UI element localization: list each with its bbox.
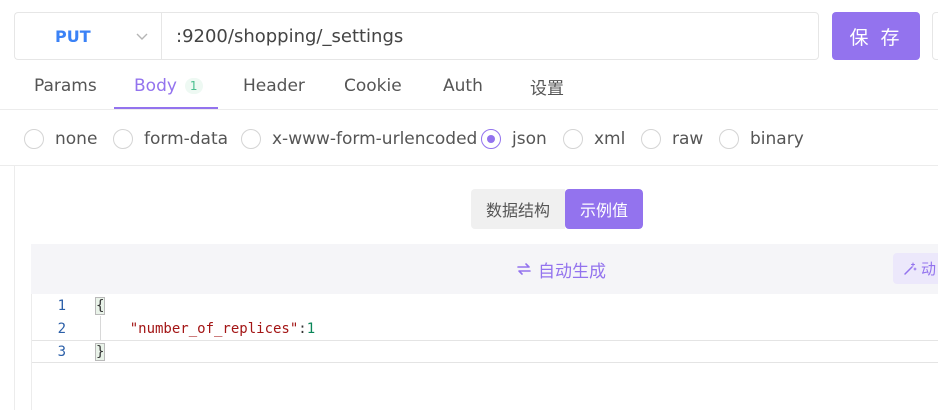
code-line: 2 "number_of_replices":1 (32, 317, 938, 340)
tab-label: Header (243, 76, 305, 96)
body-type-radio-group: none form-data x-www-form-urlencoded jso… (0, 112, 938, 166)
close-brace: } (94, 342, 106, 361)
radio-none[interactable]: none (24, 112, 97, 166)
method-label: PUT (55, 26, 91, 46)
radio-label: form-data (144, 129, 229, 149)
tab-params[interactable]: Params (34, 62, 97, 110)
more-button[interactable] (932, 12, 938, 60)
tab-body[interactable]: Body 1 (134, 62, 203, 110)
api-request-editor: PUT :9200/shopping/_settings 保 存 Params … (0, 0, 938, 410)
save-button[interactable]: 保 存 (832, 12, 920, 60)
radio-binary[interactable]: binary (719, 112, 804, 166)
tab-label: Params (34, 76, 97, 96)
line-number: 3 (57, 343, 66, 360)
tab-label: 设置 (530, 78, 564, 99)
code-text: } (94, 342, 106, 361)
url-text: :9200/shopping/_settings (176, 25, 404, 47)
radio-x-www-form-urlencoded[interactable]: x-www-form-urlencoded (241, 112, 477, 166)
url-input[interactable]: :9200/shopping/_settings (161, 12, 819, 60)
request-tabs: Params Body 1 Header Cookie Auth 设置 (0, 62, 938, 110)
method-select[interactable]: PUT (14, 12, 162, 60)
radio-circle-icon (24, 129, 44, 149)
auto-generate-label: 自动生成 (538, 261, 606, 282)
json-key: "number_of_replices" (129, 320, 299, 337)
radio-circle-icon (563, 129, 583, 149)
tab-cookie[interactable]: Cookie (344, 62, 402, 110)
radio-xml[interactable]: xml (563, 112, 625, 166)
code-line-current: 3 } (32, 340, 938, 363)
radio-label: raw (672, 129, 704, 149)
active-tab-indicator (114, 107, 218, 109)
radio-json[interactable]: json (481, 112, 547, 166)
tab-label: Body (134, 76, 177, 96)
tab-header[interactable]: Header (243, 62, 305, 110)
tab-label: Auth (443, 76, 483, 96)
view-toggle: 数据结构 示例值 (471, 189, 644, 229)
dynamic-value-button[interactable]: 动 (893, 253, 938, 284)
code-text: "number_of_replices":1 (96, 321, 315, 337)
json-separator: : (298, 320, 307, 337)
tab-count-badge: 1 (184, 78, 203, 94)
tab-auth[interactable]: Auth (443, 62, 483, 110)
chevron-down-icon (136, 33, 148, 40)
radio-checked-icon (481, 129, 501, 149)
code-text: { (94, 296, 106, 315)
line-number: 2 (57, 320, 66, 337)
json-value: 1 (306, 320, 316, 337)
schema-toggle-button[interactable]: 数据结构 (471, 189, 566, 229)
radio-label: x-www-form-urlencoded (272, 129, 478, 149)
editor-toolbar: 自动生成 动 (31, 244, 938, 294)
magic-wand-icon (904, 261, 917, 275)
body-content-panel: 数据结构 示例值 自动生成 动 1 {2 "number_of_replice… (14, 166, 938, 410)
auto-generate-button[interactable]: 自动生成 (515, 244, 606, 294)
code-line: 1 { (32, 294, 938, 317)
code-editor[interactable]: 1 { 2 "number_of_replices":1 3 } (31, 294, 938, 410)
radio-label: json (512, 129, 547, 149)
radio-raw[interactable]: raw (641, 112, 703, 166)
refresh-icon (517, 263, 531, 275)
tab-settings[interactable]: 设置 (530, 62, 564, 110)
radio-circle-icon (719, 129, 739, 149)
line-number: 1 (57, 297, 66, 314)
radio-circle-icon (113, 129, 133, 149)
radio-label: xml (594, 129, 626, 149)
example-toggle-button[interactable]: 示例值 (565, 189, 644, 229)
radio-form-data[interactable]: form-data (113, 112, 228, 166)
open-brace: { (94, 296, 106, 315)
radio-circle-icon (641, 129, 661, 149)
tab-label: Cookie (344, 76, 402, 96)
radio-circle-icon (241, 129, 261, 149)
radio-label: none (55, 129, 98, 149)
radio-label: binary (750, 129, 804, 149)
dynamic-value-label: 动 (921, 260, 937, 278)
